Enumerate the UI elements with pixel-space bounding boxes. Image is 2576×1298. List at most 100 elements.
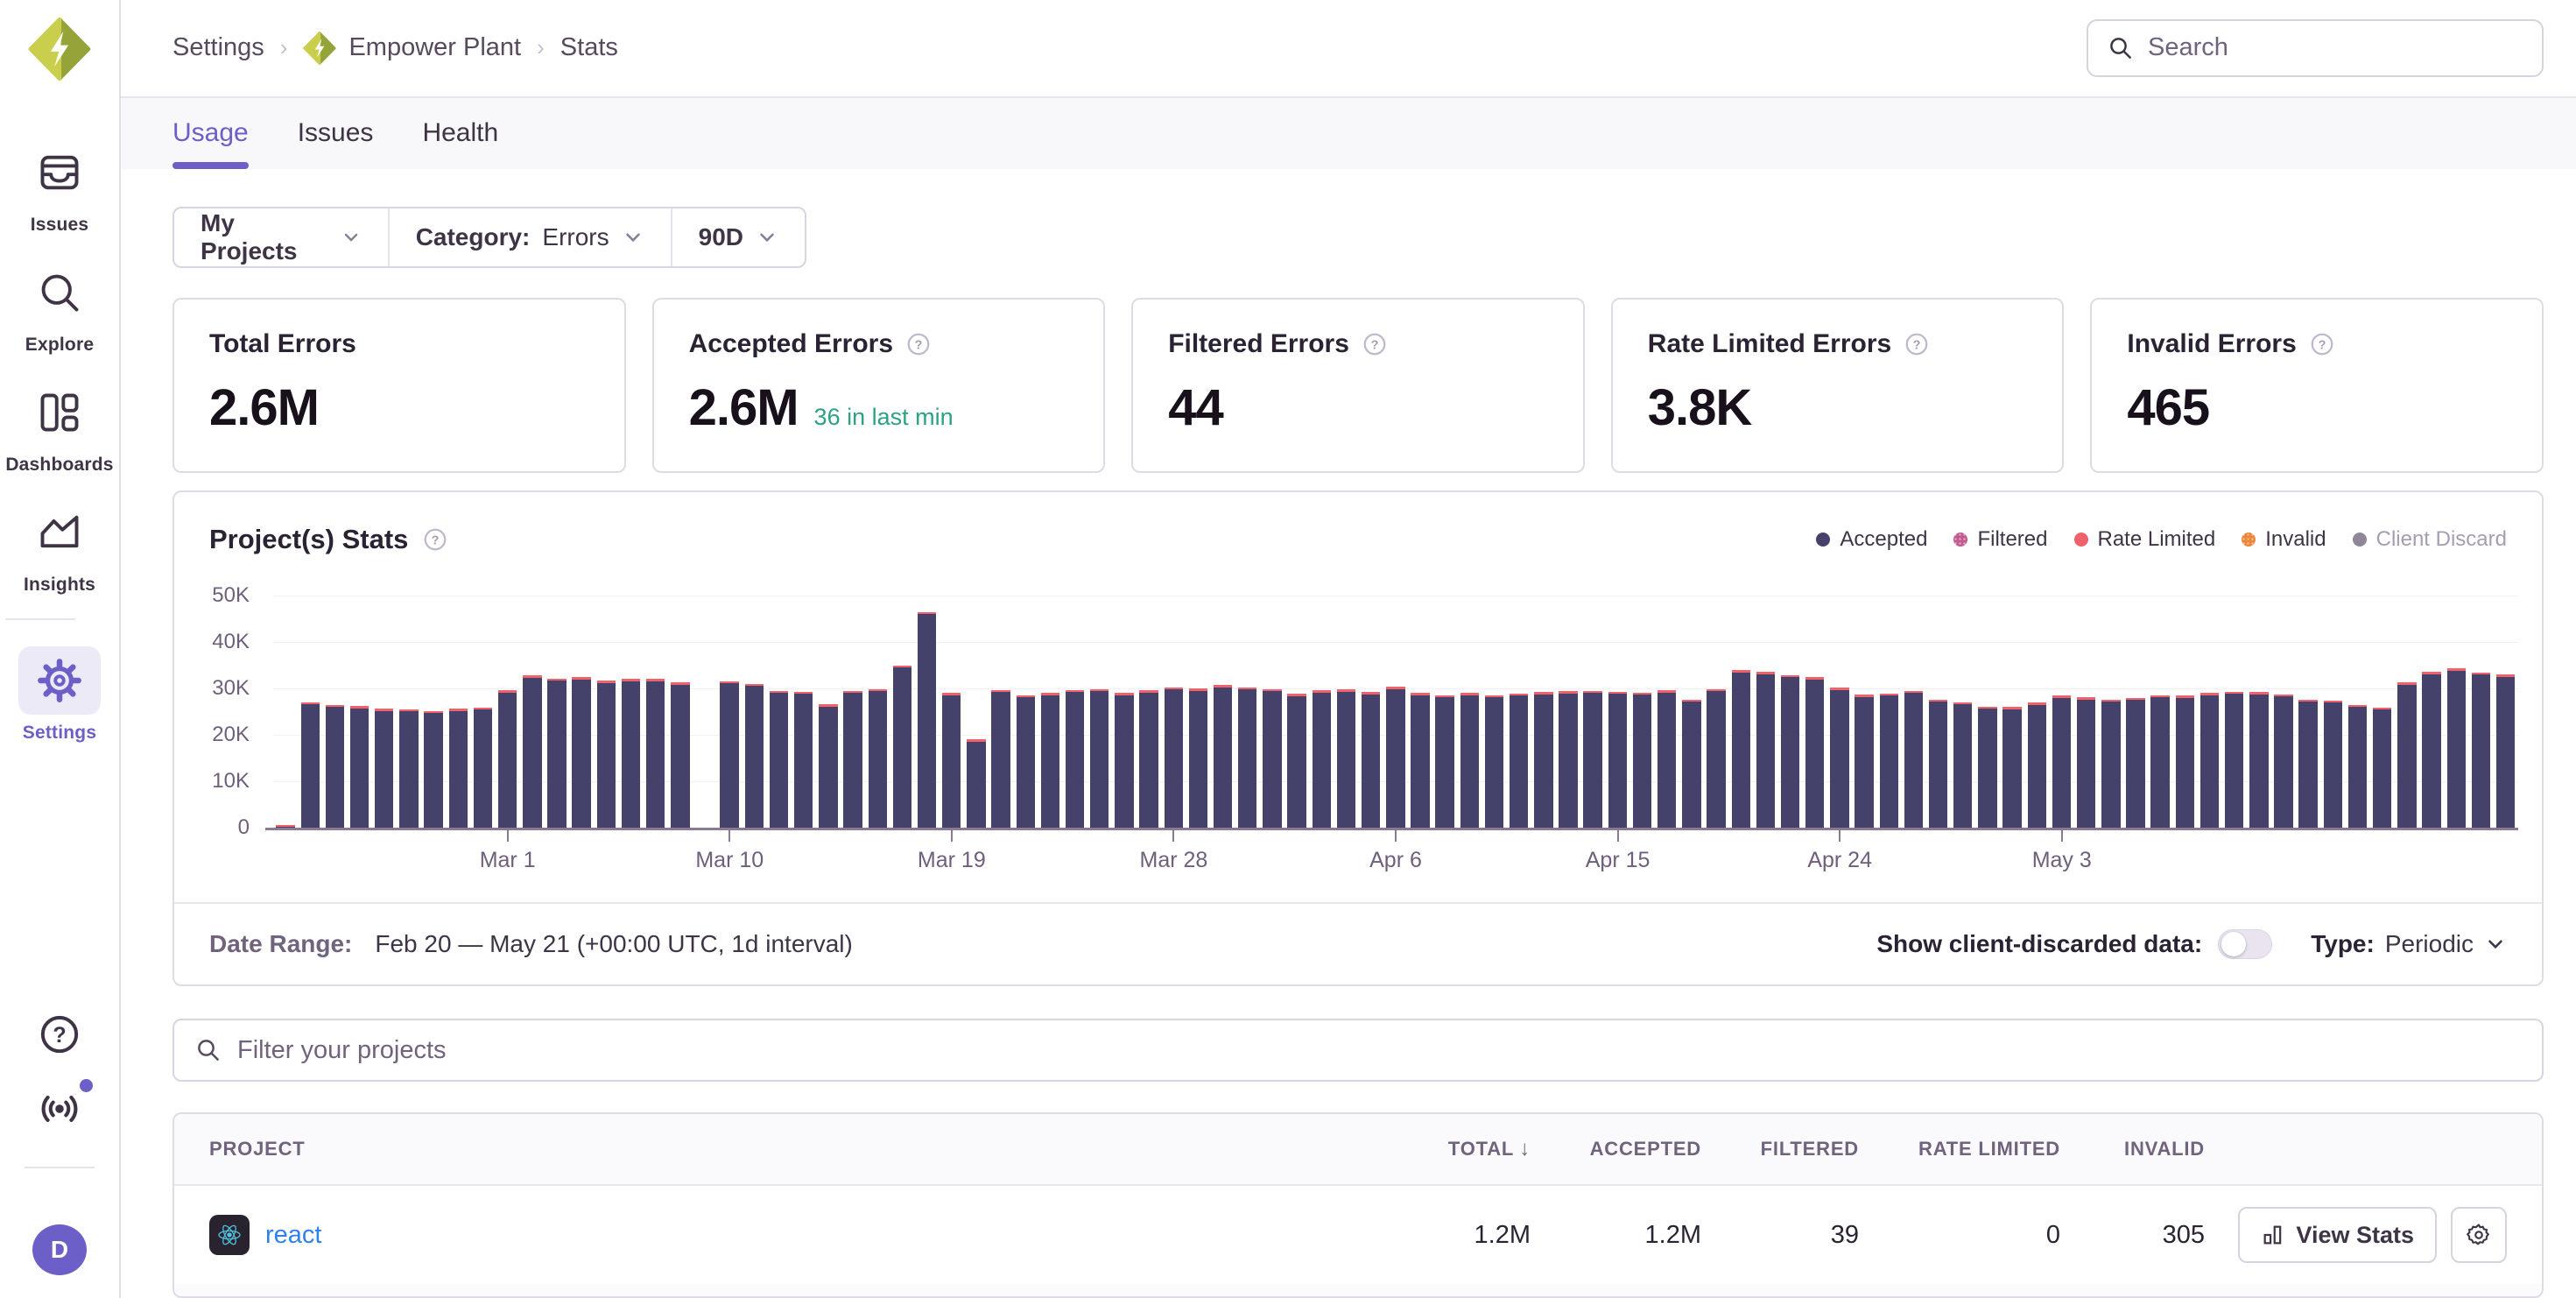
legend-item-rate-limited[interactable]: Rate Limited: [2074, 527, 2216, 552]
breadcrumb-organization[interactable]: Empower Plant: [303, 32, 521, 65]
bar[interactable]: [1756, 672, 1775, 828]
bar[interactable]: [1263, 689, 1281, 828]
bar[interactable]: [745, 684, 764, 828]
bar[interactable]: [2496, 674, 2515, 828]
bar[interactable]: [597, 681, 616, 828]
global-search[interactable]: [2087, 19, 2544, 77]
sidebar-item-dashboards[interactable]: Dashboards: [5, 378, 113, 476]
user-avatar[interactable]: D: [32, 1224, 87, 1275]
bar[interactable]: [2176, 695, 2194, 828]
bar[interactable]: [1165, 688, 1183, 828]
bar[interactable]: [301, 702, 320, 828]
project-filter-dropdown[interactable]: My Projects: [174, 208, 388, 266]
bar[interactable]: [424, 711, 442, 828]
bar[interactable]: [498, 690, 517, 828]
bar[interactable]: [399, 709, 418, 828]
sidebar-item-settings[interactable]: Settings: [5, 646, 113, 744]
column-header-invalid[interactable]: INVALID: [2060, 1138, 2205, 1160]
column-header-total[interactable]: TOTAL↓: [1399, 1137, 1531, 1161]
tab-health[interactable]: Health: [422, 98, 498, 169]
bar[interactable]: [770, 691, 788, 828]
bar[interactable]: [1189, 688, 1207, 828]
bar[interactable]: [991, 690, 1010, 828]
stats-bar-chart[interactable]: [273, 596, 2518, 828]
bar[interactable]: [1608, 692, 1627, 828]
bar[interactable]: [1090, 689, 1109, 828]
bar[interactable]: [2225, 692, 2243, 828]
tab-usage[interactable]: Usage: [172, 98, 249, 169]
type-dropdown[interactable]: Type: Periodic: [2311, 930, 2507, 958]
bar[interactable]: [1583, 691, 1601, 828]
bar[interactable]: [671, 682, 689, 828]
bar[interactable]: [918, 612, 936, 828]
bar[interactable]: [843, 691, 862, 828]
bar[interactable]: [2101, 700, 2120, 828]
bar[interactable]: [794, 692, 813, 828]
bar[interactable]: [1855, 695, 1873, 828]
period-dropdown[interactable]: 90D: [671, 208, 805, 266]
bar[interactable]: [1904, 691, 1923, 828]
sidebar-item-insights[interactable]: Insights: [5, 498, 113, 596]
bar[interactable]: [1510, 694, 1528, 828]
broadcast-button[interactable]: [37, 1086, 82, 1132]
bar[interactable]: [1485, 695, 1503, 828]
bar[interactable]: [2002, 707, 2021, 828]
column-header-filtered[interactable]: FILTERED: [1701, 1138, 1859, 1160]
bar[interactable]: [2200, 693, 2219, 828]
bar[interactable]: [1830, 688, 1848, 828]
projects-filter-input[interactable]: [237, 1036, 2521, 1065]
bar[interactable]: [1411, 693, 1429, 828]
sidebar-item-explore[interactable]: Explore: [5, 258, 113, 356]
bar[interactable]: [2422, 672, 2440, 828]
bar[interactable]: [2052, 695, 2071, 828]
bar[interactable]: [375, 709, 393, 828]
bar[interactable]: [2348, 705, 2367, 828]
bar[interactable]: [474, 708, 492, 828]
bar[interactable]: [2397, 682, 2416, 828]
bar[interactable]: [819, 704, 837, 828]
bar[interactable]: [449, 709, 468, 828]
help-icon[interactable]: ?: [2309, 331, 2335, 357]
view-stats-button[interactable]: View Stats: [2238, 1207, 2437, 1263]
help-button[interactable]: ?: [38, 1012, 81, 1056]
legend-item-accepted[interactable]: Accepted: [1816, 527, 1927, 552]
bar[interactable]: [2028, 702, 2046, 828]
bar[interactable]: [893, 666, 911, 829]
bar[interactable]: [1017, 695, 1035, 828]
help-icon[interactable]: ?: [905, 331, 932, 357]
bar[interactable]: [1658, 690, 1676, 828]
bar[interactable]: [1559, 691, 1577, 828]
column-header-project[interactable]: PROJECT: [209, 1138, 1399, 1160]
bar[interactable]: [2274, 695, 2292, 828]
project-settings-button[interactable]: [2451, 1207, 2507, 1263]
bar[interactable]: [720, 681, 738, 828]
bar[interactable]: [1041, 693, 1059, 828]
help-icon[interactable]: ?: [1904, 331, 1930, 357]
projects-filter[interactable]: [172, 1019, 2544, 1082]
bar[interactable]: [646, 679, 665, 828]
bar[interactable]: [1362, 692, 1380, 828]
bar[interactable]: [1781, 675, 1799, 828]
breadcrumb-stats[interactable]: Stats: [560, 33, 618, 62]
bar[interactable]: [1214, 685, 1232, 828]
help-icon[interactable]: ?: [422, 526, 448, 553]
project-link[interactable]: react: [265, 1221, 321, 1250]
bar[interactable]: [1805, 677, 1824, 828]
tab-issues[interactable]: Issues: [298, 98, 374, 169]
bar[interactable]: [1287, 694, 1306, 828]
bar[interactable]: [2324, 701, 2342, 828]
bar[interactable]: [1732, 670, 1750, 828]
bar[interactable]: [1682, 700, 1700, 828]
bar[interactable]: [1313, 690, 1331, 828]
bar[interactable]: [1707, 689, 1725, 828]
bar[interactable]: [622, 679, 640, 828]
bar[interactable]: [1435, 695, 1453, 828]
category-dropdown[interactable]: Category: Errors: [388, 208, 671, 266]
legend-item-client-discard[interactable]: Client Discard: [2353, 527, 2507, 552]
bar[interactable]: [572, 677, 590, 828]
bar[interactable]: [2298, 700, 2317, 828]
bar[interactable]: [1115, 693, 1133, 828]
bar[interactable]: [2472, 673, 2490, 828]
bar[interactable]: [547, 679, 566, 828]
bar[interactable]: [1238, 688, 1256, 828]
